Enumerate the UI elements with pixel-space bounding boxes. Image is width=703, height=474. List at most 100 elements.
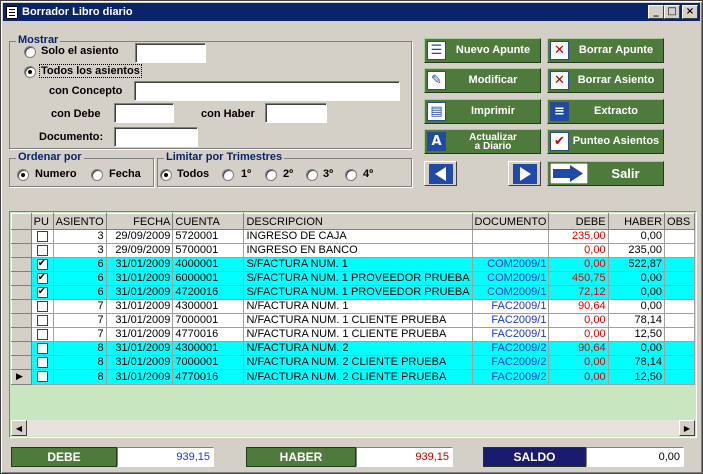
pu-checkbox[interactable] [36, 272, 48, 284]
cell-haber[interactable]: 0,00 [608, 285, 666, 300]
pu-checkbox[interactable] [36, 371, 48, 383]
nuevo-apunte-button[interactable]: ☰ Nuevo Apunte [424, 38, 541, 63]
cell-debe[interactable]: 0,00 [548, 369, 609, 385]
pu-checkbox-cell[interactable] [31, 271, 54, 286]
cell-documento[interactable]: FAC2009/1 [472, 299, 550, 314]
cell-cuenta[interactable]: 5700001 [172, 243, 245, 258]
cell-documento[interactable]: FAC2009/2 [472, 355, 550, 370]
cell-cuenta[interactable]: 4300001 [172, 299, 245, 314]
scroll-right-button[interactable]: ▶ [679, 420, 695, 436]
cell-cuenta[interactable]: 6000001 [172, 271, 245, 286]
cell-descripcion[interactable]: S/FACTURA NUM. 1 PROVEEDOR PRUEBA [243, 271, 473, 286]
trimestre-1-radio[interactable] [222, 169, 234, 181]
cell-fecha[interactable]: 31/01/2009 [106, 313, 174, 328]
cell-asiento[interactable]: 8 [53, 369, 107, 385]
cell-obs[interactable] [664, 327, 695, 342]
salir-button[interactable]: Salir [547, 161, 664, 186]
pu-checkbox-cell[interactable] [31, 299, 54, 314]
close-button[interactable]: × [682, 5, 698, 19]
trimestre-4-radio[interactable] [345, 169, 357, 181]
table-row[interactable]: 631/01/20094000001S/FACTURA NUM. 1COM200… [11, 257, 695, 272]
cell-debe[interactable]: 450,75 [548, 271, 609, 286]
cell-debe[interactable]: 0,00 [548, 257, 609, 272]
pu-checkbox-cell[interactable] [31, 313, 54, 328]
cell-obs[interactable] [664, 243, 695, 258]
ordenar-numero-label[interactable]: Numero [35, 168, 77, 180]
solo-asiento-label[interactable]: Solo el asiento [41, 45, 119, 57]
cell-documento[interactable]: FAC2009/1 [472, 327, 550, 342]
cell-fecha[interactable]: 31/01/2009 [106, 327, 174, 342]
haber-input[interactable] [265, 103, 327, 123]
cell-asiento[interactable]: 7 [53, 327, 107, 342]
cell-descripcion[interactable]: S/FACTURA NUM. 1 [243, 257, 473, 272]
cell-obs[interactable] [664, 369, 695, 385]
cell-cuenta[interactable]: 4770016 [172, 369, 245, 385]
trimestre-4-label[interactable]: 4º [363, 168, 373, 180]
cell-cuenta[interactable]: 4300001 [172, 341, 245, 356]
pu-checkbox-cell[interactable] [31, 327, 54, 342]
asiento-input[interactable] [135, 43, 206, 63]
cell-documento[interactable]: COM2009/1 [472, 257, 550, 272]
pu-checkbox-cell[interactable] [31, 257, 54, 272]
concepto-input[interactable] [134, 81, 400, 101]
trimestre-2-radio[interactable] [265, 169, 277, 181]
pu-checkbox-cell[interactable] [31, 229, 54, 244]
cell-obs[interactable] [664, 229, 695, 244]
cell-asiento[interactable]: 3 [53, 243, 107, 258]
cell-obs[interactable] [664, 285, 695, 300]
cell-obs[interactable] [664, 271, 695, 286]
cell-descripcion[interactable]: INGRESO DE CAJA [243, 229, 473, 244]
trimestre-todos-label[interactable]: Todos [177, 168, 209, 180]
table-row[interactable]: 631/01/20096000001S/FACTURA NUM. 1 PROVE… [11, 271, 695, 286]
col-header-haber[interactable]: HABER [607, 213, 666, 230]
cell-asiento[interactable]: 6 [53, 271, 107, 286]
minimize-button[interactable]: _ [648, 5, 664, 19]
cell-cuenta[interactable]: 7000001 [172, 355, 245, 370]
cell-descripcion[interactable]: N/FACTURA NUM. 2 [243, 341, 473, 356]
cell-haber[interactable]: 235,00 [608, 243, 666, 258]
cell-debe[interactable]: 0,00 [548, 243, 609, 258]
table-row[interactable]: 7 31/01/2009 4300001 N/FACTURA NUM. 1 FAC200… [11, 299, 695, 314]
cell-fecha[interactable]: 31/01/2009 [106, 369, 174, 385]
col-header-asiento[interactable]: ASIENTO [52, 213, 107, 230]
extracto-button[interactable]: ≡ Extracto [547, 99, 664, 124]
cell-haber[interactable]: 0,00 [608, 229, 666, 244]
cell-asiento[interactable]: 8 [53, 341, 107, 356]
table-row[interactable]: 3 29/09/2009 5720001 INGRESO DE CAJA 235,00 0… [11, 229, 695, 244]
cell-cuenta[interactable]: 4000001 [172, 257, 245, 272]
title-bar[interactable]: Borrador Libro diario _ □ × [3, 3, 700, 21]
pu-checkbox[interactable] [36, 244, 48, 256]
cell-fecha[interactable]: 31/01/2009 [106, 271, 174, 286]
pu-checkbox[interactable] [36, 356, 48, 368]
todos-asientos-label[interactable]: Todos los asientos [39, 64, 142, 78]
cell-haber[interactable]: 0,00 [608, 271, 666, 286]
cell-descripcion[interactable]: N/FACTURA NUM. 2 CLIENTE PRUEBA [243, 355, 473, 370]
cell-debe[interactable]: 90,64 [548, 299, 609, 314]
col-header-obs[interactable]: OBS [664, 213, 695, 230]
cell-fecha[interactable]: 31/01/2009 [106, 285, 174, 300]
cell-asiento[interactable]: 8 [53, 355, 107, 370]
cell-debe[interactable]: 235,00 [548, 229, 609, 244]
trimestre-3-radio[interactable] [306, 169, 318, 181]
cell-asiento[interactable]: 6 [53, 257, 107, 272]
col-header-fecha[interactable]: FECHA [105, 213, 174, 230]
cell-obs[interactable] [664, 299, 695, 314]
col-header-cuenta[interactable]: CUENTA [172, 213, 245, 230]
todos-asientos-radio[interactable] [24, 66, 36, 78]
cell-descripcion[interactable]: N/FACTURA NUM. 1 CLIENTE PRUEBA [243, 327, 473, 342]
ordenar-fecha-label[interactable]: Fecha [109, 168, 141, 180]
cell-fecha[interactable]: 31/01/2009 [106, 257, 174, 272]
cell-documento[interactable]: FAC2009/1 [472, 313, 550, 328]
cell-asiento[interactable]: 7 [53, 313, 107, 328]
imprimir-button[interactable]: ▤ Imprimir [424, 99, 541, 124]
cell-documento[interactable]: COM2009/1 [472, 271, 550, 286]
cell-asiento[interactable]: 7 [53, 299, 107, 314]
cell-fecha[interactable]: 31/01/2009 [106, 299, 174, 314]
trimestre-todos-radio[interactable] [160, 169, 172, 181]
pu-checkbox[interactable] [36, 286, 48, 298]
cell-debe[interactable]: 0,00 [548, 313, 609, 328]
cell-haber[interactable]: 12,50 [608, 327, 666, 342]
cell-debe[interactable]: 0,00 [548, 355, 609, 370]
cell-cuenta[interactable]: 4720016 [172, 285, 245, 300]
cell-descripcion[interactable]: N/FACTURA NUM. 2 CLIENTE PRUEBA [243, 369, 473, 385]
